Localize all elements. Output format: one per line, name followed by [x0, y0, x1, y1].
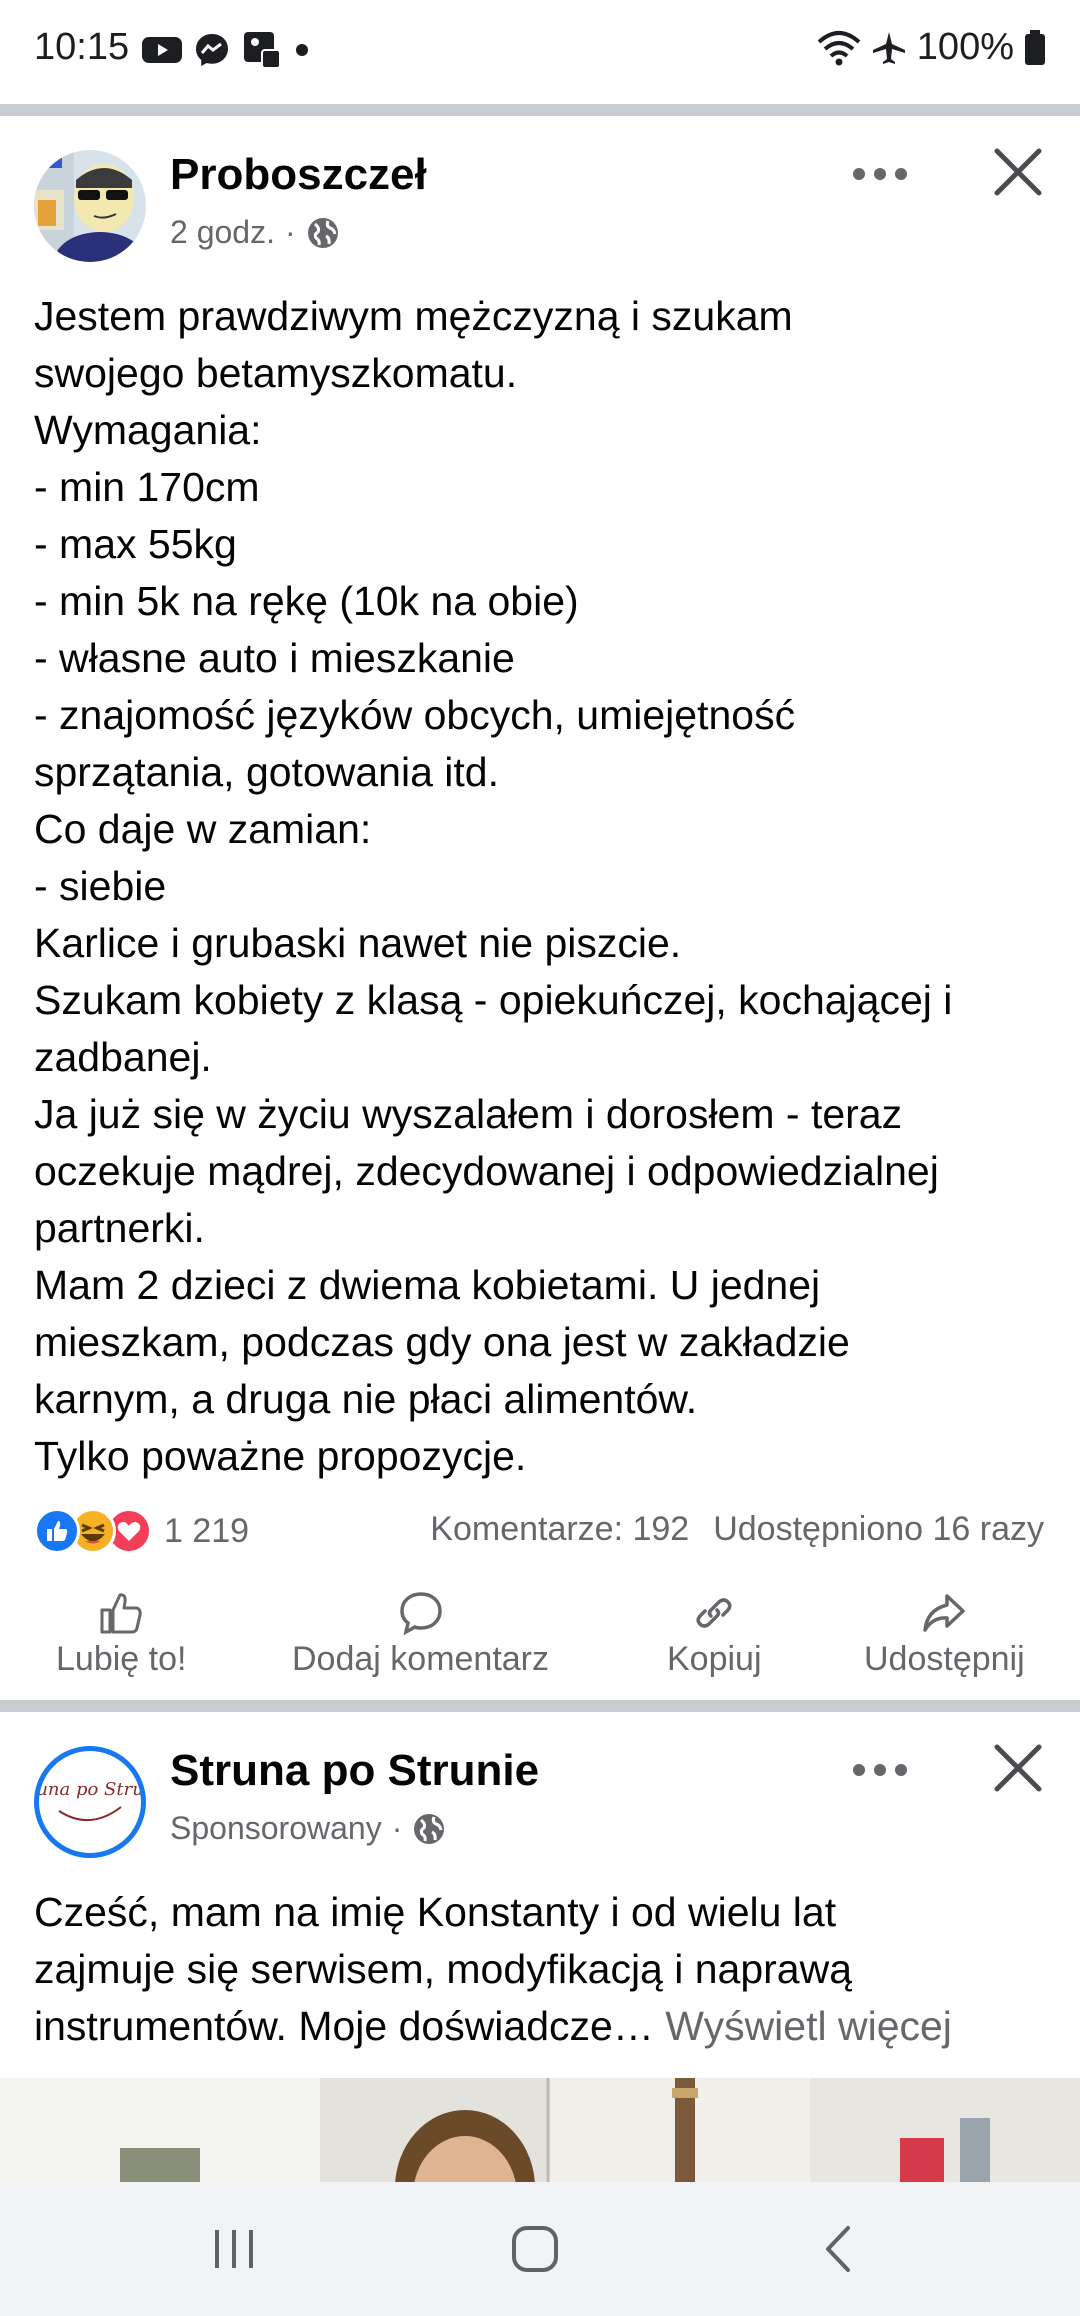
post-time[interactable]: 2 godz. — [170, 214, 275, 251]
ad-image[interactable] — [0, 2078, 1080, 2182]
photo-icon — [244, 32, 281, 69]
back-icon — [826, 2226, 850, 2272]
wifi-icon — [817, 30, 861, 65]
post-stats: Komentarze: 192 Udostępniono 16 razy — [430, 1510, 1044, 1549]
messenger-icon — [196, 34, 228, 66]
close-icon — [994, 148, 1042, 196]
comment-count[interactable]: Komentarze: 192 — [430, 1510, 689, 1549]
more-dots-icon — [853, 168, 907, 180]
more-options-button[interactable] — [840, 1740, 920, 1800]
feed-divider — [0, 1700, 1080, 1712]
more-dots-icon — [853, 1764, 907, 1776]
dot-icon — [296, 44, 308, 56]
meta-separator: · — [284, 214, 296, 250]
android-nav-bar — [0, 2182, 1080, 2316]
see-more-link[interactable]: Wyświetl więcej — [665, 2003, 952, 2049]
comment-label: Dodaj komentarz — [292, 1640, 550, 1678]
share-count[interactable]: Udostępniono 16 razy — [713, 1510, 1044, 1549]
reactions-summary[interactable]: 1 219 — [34, 1503, 249, 1559]
thumbs-up-icon — [100, 1593, 142, 1634]
post-meta: Sponsorowany · — [170, 1810, 446, 1847]
hide-post-button[interactable] — [978, 132, 1058, 212]
recent-apps-button[interactable] — [154, 2182, 314, 2316]
back-button[interactable] — [758, 2182, 918, 2316]
battery-icon — [1025, 29, 1045, 65]
like-button[interactable]: Lubię to! — [56, 1590, 186, 1679]
comment-icon — [399, 1592, 442, 1636]
copy-label: Kopiuj — [667, 1640, 762, 1678]
like-reaction-icon — [34, 1508, 80, 1554]
link-icon — [696, 1598, 732, 1628]
notification-icons — [142, 30, 310, 70]
share-icon — [923, 1594, 966, 1632]
battery-percent: 100% — [916, 26, 1014, 68]
sponsored-label[interactable]: Sponsorowany — [170, 1810, 382, 1847]
recent-apps-icon — [215, 2230, 253, 2268]
comment-button[interactable]: Dodaj komentarz — [292, 1590, 549, 1679]
airplane-mode-icon — [872, 31, 905, 64]
globe-icon — [414, 1813, 445, 1844]
close-icon — [994, 1744, 1042, 1792]
post-body-text: Jestem prawdziwym mężczyzną i szukam swo… — [34, 293, 953, 1479]
logo-text: Struna po Strunie — [39, 1779, 141, 1800]
reaction-count: 1 219 — [164, 1511, 250, 1550]
avatar[interactable] — [34, 150, 146, 262]
globe-icon — [307, 217, 338, 248]
post-meta: 2 godz. · — [170, 214, 340, 251]
home-icon — [512, 2226, 558, 2272]
page-avatar[interactable]: Struna po Strunie — [34, 1746, 146, 1858]
post-actions: Lubię to! Dodaj komentarz Kopiuj Udostęp… — [0, 1590, 1080, 1690]
post-header: Proboszczeł 2 godz. · — [0, 140, 1080, 290]
youtube-icon — [142, 37, 182, 63]
page-name[interactable]: Struna po Strunie — [170, 1746, 539, 1796]
home-button[interactable] — [455, 2182, 615, 2316]
share-label: Udostępnij — [864, 1640, 1025, 1678]
status-bar: 10:15 100% — [0, 0, 1080, 100]
like-label: Lubię to! — [56, 1640, 187, 1678]
hide-ad-button[interactable] — [978, 1728, 1058, 1808]
ad-body-text: Cześć, mam na imię Konstanty i od wielu … — [34, 1884, 1054, 2055]
meta-separator: · — [391, 1810, 403, 1846]
status-right: 100% — [817, 26, 1046, 69]
more-options-button[interactable] — [840, 144, 920, 204]
feed-divider — [0, 104, 1080, 116]
copy-button[interactable]: Kopiuj — [667, 1590, 762, 1679]
status-time: 10:15 — [34, 26, 130, 68]
share-button[interactable]: Udostępnij — [864, 1590, 1025, 1679]
post-author[interactable]: Proboszczeł — [170, 150, 427, 200]
post-header: Struna po Strunie Struna po Strunie Spon… — [0, 1736, 1080, 1886]
